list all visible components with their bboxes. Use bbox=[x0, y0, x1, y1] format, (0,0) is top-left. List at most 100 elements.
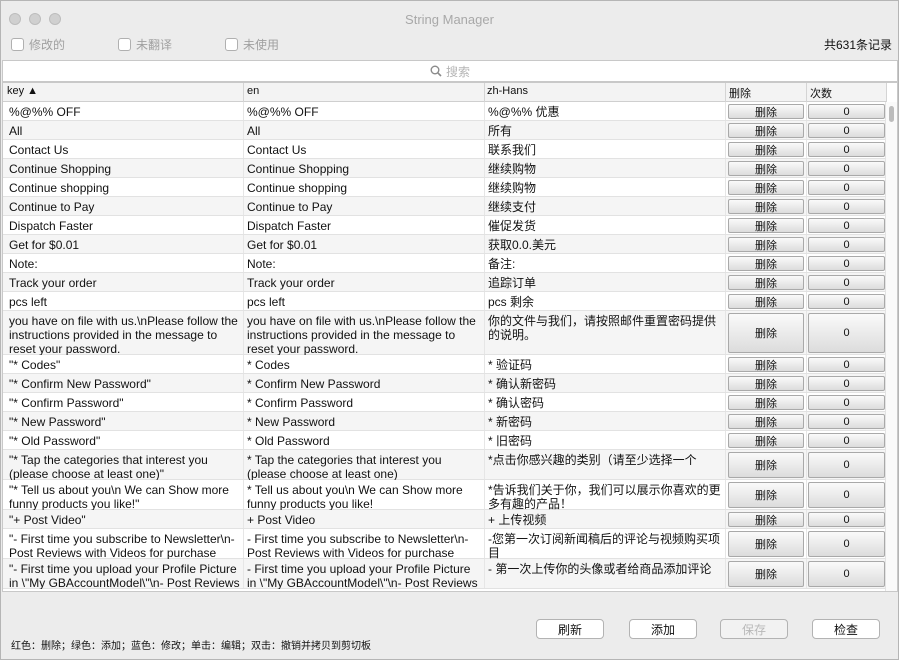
key-cell[interactable]: All bbox=[9, 121, 243, 140]
zh-cell[interactable]: * 新密码 bbox=[488, 412, 722, 431]
key-cell[interactable]: %@%% OFF bbox=[9, 102, 243, 121]
zh-cell[interactable]: -您第一次订阅新闻稿后的评论与视频购买项目 bbox=[488, 529, 722, 559]
zh-cell[interactable]: 你的文件与我们，请按照邮件重置密码提供的说明。 bbox=[488, 311, 722, 355]
table-row[interactable]: "* Tap the categories that interest you … bbox=[3, 450, 887, 480]
delete-row-button[interactable]: 删除 bbox=[728, 123, 804, 138]
zh-cell[interactable]: 所有 bbox=[488, 121, 722, 140]
table-row[interactable]: "* Codes" * Codes * 验证码 删除 0 bbox=[3, 355, 887, 374]
key-cell[interactable]: "* New Password" bbox=[9, 412, 243, 431]
table-row[interactable]: "* New Password" * New Password * 新密码 删除 0 bbox=[3, 412, 887, 431]
usage-count-button[interactable]: 0 bbox=[808, 414, 885, 429]
table-row[interactable]: Get for $0.01 Get for $0.01 获取0.0.美元 删除 0 bbox=[3, 235, 887, 254]
table-row[interactable]: Dispatch Faster Dispatch Faster 催促发货 删除 0 bbox=[3, 216, 887, 235]
key-cell[interactable]: "* Tap the categories that interest you … bbox=[9, 450, 243, 480]
key-cell[interactable]: Dispatch Faster bbox=[9, 216, 243, 235]
en-cell[interactable]: Dispatch Faster bbox=[247, 216, 481, 235]
usage-count-button[interactable]: 0 bbox=[808, 531, 885, 557]
usage-count-button[interactable]: 0 bbox=[808, 180, 885, 195]
usage-count-button[interactable]: 0 bbox=[808, 161, 885, 176]
en-cell[interactable]: * Old Password bbox=[247, 431, 481, 450]
en-cell[interactable]: All bbox=[247, 121, 481, 140]
usage-count-button[interactable]: 0 bbox=[808, 433, 885, 448]
table-row[interactable]: "* Confirm New Password" * Confirm New Pa… bbox=[3, 374, 887, 393]
check-button[interactable]: 检查 bbox=[812, 619, 880, 639]
key-cell[interactable]: Continue shopping bbox=[9, 178, 243, 197]
key-cell[interactable]: "* Confirm New Password" bbox=[9, 374, 243, 393]
zh-cell[interactable]: pcs 剩余 bbox=[488, 292, 722, 311]
zh-cell[interactable]: 追踪订单 bbox=[488, 273, 722, 292]
usage-count-button[interactable]: 0 bbox=[808, 482, 885, 508]
table-row[interactable]: %@%% OFF %@%% OFF %@%% 优惠 删除 0 bbox=[3, 102, 887, 121]
usage-count-button[interactable]: 0 bbox=[808, 104, 885, 119]
key-cell[interactable]: Continue to Pay bbox=[9, 197, 243, 216]
table-row[interactable]: Track your order Track your order 追踪订单 删除 0 bbox=[3, 273, 887, 292]
zh-cell[interactable]: 联系我们 bbox=[488, 140, 722, 159]
delete-row-button[interactable]: 删除 bbox=[728, 142, 804, 157]
delete-row-button[interactable]: 删除 bbox=[728, 482, 804, 508]
zh-cell[interactable]: 备注: bbox=[488, 254, 722, 273]
table-row[interactable]: Note: Note: 备注: 删除 0 bbox=[3, 254, 887, 273]
zh-cell[interactable]: 继续支付 bbox=[488, 197, 722, 216]
refresh-button[interactable]: 刷新 bbox=[536, 619, 604, 639]
delete-row-button[interactable]: 删除 bbox=[728, 104, 804, 119]
delete-row-button[interactable]: 删除 bbox=[728, 313, 804, 353]
en-cell[interactable]: + Post Video bbox=[247, 510, 481, 529]
delete-row-button[interactable]: 删除 bbox=[728, 275, 804, 290]
add-button[interactable]: 添加 bbox=[629, 619, 697, 639]
usage-count-button[interactable]: 0 bbox=[808, 218, 885, 233]
delete-row-button[interactable]: 删除 bbox=[728, 294, 804, 309]
vertical-scrollbar[interactable] bbox=[885, 102, 897, 591]
zh-cell[interactable]: 继续购物 bbox=[488, 178, 722, 197]
en-cell[interactable]: Get for $0.01 bbox=[247, 235, 481, 254]
en-cell[interactable]: Continue to Pay bbox=[247, 197, 481, 216]
en-cell[interactable]: Contact Us bbox=[247, 140, 481, 159]
delete-row-button[interactable]: 删除 bbox=[728, 237, 804, 252]
key-cell[interactable]: "- First time you subscribe to Newslette… bbox=[9, 529, 243, 559]
table-row[interactable]: "* Tell us about you\n We can Show more … bbox=[3, 480, 887, 510]
zh-cell[interactable]: 继续购物 bbox=[488, 159, 722, 178]
delete-row-button[interactable]: 删除 bbox=[728, 395, 804, 410]
zh-cell[interactable]: * 旧密码 bbox=[488, 431, 722, 450]
en-cell[interactable]: you have on file with us.\nPlease follow… bbox=[247, 311, 481, 355]
usage-count-button[interactable]: 0 bbox=[808, 123, 885, 138]
delete-row-button[interactable]: 删除 bbox=[728, 512, 804, 527]
search-field[interactable]: 搜索 bbox=[2, 60, 898, 82]
table-row[interactable]: you have on file with us.\nPlease follow… bbox=[3, 311, 887, 355]
zh-cell[interactable]: *点击你感兴趣的类别（请至少选择一个 bbox=[488, 450, 722, 480]
usage-count-button[interactable]: 0 bbox=[808, 561, 885, 587]
filter-modified[interactable]: 修改的 bbox=[11, 36, 65, 53]
en-cell[interactable]: * Confirm New Password bbox=[247, 374, 481, 393]
en-cell[interactable]: * Tap the categories that interest you (… bbox=[247, 450, 481, 480]
key-cell[interactable]: Note: bbox=[9, 254, 243, 273]
en-cell[interactable]: * Tell us about you\n We can Show more f… bbox=[247, 480, 481, 510]
en-cell[interactable]: - First time you upload your Profile Pic… bbox=[247, 559, 481, 589]
key-cell[interactable]: "* Codes" bbox=[9, 355, 243, 374]
usage-count-button[interactable]: 0 bbox=[808, 199, 885, 214]
table-row[interactable]: "- First time you upload your Profile Pi… bbox=[3, 559, 887, 589]
column-header-en[interactable]: en bbox=[247, 85, 259, 97]
en-cell[interactable]: %@%% OFF bbox=[247, 102, 481, 121]
en-cell[interactable]: - First time you subscribe to Newsletter… bbox=[247, 529, 481, 559]
usage-count-button[interactable]: 0 bbox=[808, 237, 885, 252]
zh-cell[interactable]: + 上传视频 bbox=[488, 510, 722, 529]
key-cell[interactable]: "* Old Password" bbox=[9, 431, 243, 450]
zh-cell[interactable]: *告诉我们关于你，我们可以展示你喜欢的更多有趣的产品！ bbox=[488, 480, 722, 510]
key-cell[interactable]: pcs left bbox=[9, 292, 243, 311]
usage-count-button[interactable]: 0 bbox=[808, 256, 885, 271]
delete-row-button[interactable]: 删除 bbox=[728, 256, 804, 271]
delete-row-button[interactable]: 删除 bbox=[728, 561, 804, 587]
checkbox-icon[interactable] bbox=[225, 38, 238, 51]
table-row[interactable]: "* Confirm Password" * Confirm Password * … bbox=[3, 393, 887, 412]
scroll-thumb[interactable] bbox=[889, 106, 894, 122]
usage-count-button[interactable]: 0 bbox=[808, 142, 885, 157]
en-cell[interactable]: Track your order bbox=[247, 273, 481, 292]
en-cell[interactable]: Note: bbox=[247, 254, 481, 273]
zh-cell[interactable]: * 验证码 bbox=[488, 355, 722, 374]
delete-row-button[interactable]: 删除 bbox=[728, 414, 804, 429]
key-cell[interactable]: you have on file with us.\nPlease follow… bbox=[9, 311, 243, 355]
table-row[interactable]: pcs left pcs left pcs 剩余 删除 0 bbox=[3, 292, 887, 311]
zh-cell[interactable]: * 确认密码 bbox=[488, 393, 722, 412]
key-cell[interactable]: Get for $0.01 bbox=[9, 235, 243, 254]
table-row[interactable]: All All 所有 删除 0 bbox=[3, 121, 887, 140]
filter-untranslated[interactable]: 未翻译 bbox=[118, 36, 172, 53]
